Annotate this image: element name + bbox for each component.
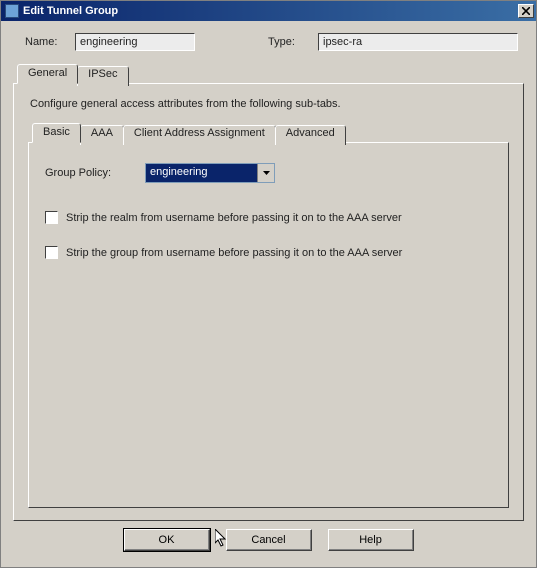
window-title: Edit Tunnel Group — [23, 5, 518, 17]
outer-tabstrip: General IPSec — [13, 63, 524, 83]
strip-group-checkbox[interactable] — [45, 246, 58, 259]
general-description: Configure general access attributes from… — [30, 98, 509, 110]
general-panel: Configure general access attributes from… — [13, 83, 524, 521]
app-icon — [5, 4, 19, 18]
strip-realm-checkbox[interactable] — [45, 211, 58, 224]
tab-ipsec[interactable]: IPSec — [77, 66, 128, 86]
header-fields: Name: Type: — [13, 31, 524, 63]
close-icon — [522, 7, 530, 15]
ok-button[interactable]: OK — [124, 529, 210, 551]
tab-basic[interactable]: Basic — [32, 123, 81, 143]
name-field[interactable] — [75, 33, 195, 51]
close-button[interactable] — [518, 4, 534, 18]
dialog-edit-tunnel-group: Edit Tunnel Group Name: Type: General IP… — [0, 0, 537, 568]
client-area: Name: Type: General IPSec Configure gene… — [1, 21, 536, 567]
title-bar: Edit Tunnel Group — [1, 1, 536, 21]
help-button[interactable]: Help — [328, 529, 414, 551]
button-bar: OK Cancel Help — [13, 521, 524, 561]
strip-realm-row: Strip the realm from username before pas… — [45, 211, 492, 224]
strip-realm-label: Strip the realm from username before pas… — [66, 212, 402, 224]
tab-aaa[interactable]: AAA — [80, 125, 124, 145]
strip-group-label: Strip the group from username before pas… — [66, 247, 402, 259]
group-policy-label: Group Policy: — [45, 167, 145, 179]
inner-tabstrip: Basic AAA Client Address Assignment Adva… — [28, 122, 509, 142]
type-field[interactable] — [318, 33, 518, 51]
chevron-down-icon — [263, 171, 270, 175]
tab-advanced[interactable]: Advanced — [275, 125, 346, 145]
group-policy-selected: engineering — [146, 164, 257, 182]
combo-arrow — [257, 164, 274, 182]
name-label: Name: — [25, 36, 67, 48]
tab-general[interactable]: General — [17, 64, 78, 84]
cancel-button[interactable]: Cancel — [226, 529, 312, 551]
basic-panel: Group Policy: engineering Strip the real… — [28, 142, 509, 508]
group-policy-combobox[interactable]: engineering — [145, 163, 275, 183]
strip-group-row: Strip the group from username before pas… — [45, 246, 492, 259]
tab-client-address-assignment[interactable]: Client Address Assignment — [123, 125, 276, 145]
type-label: Type: — [268, 36, 310, 48]
